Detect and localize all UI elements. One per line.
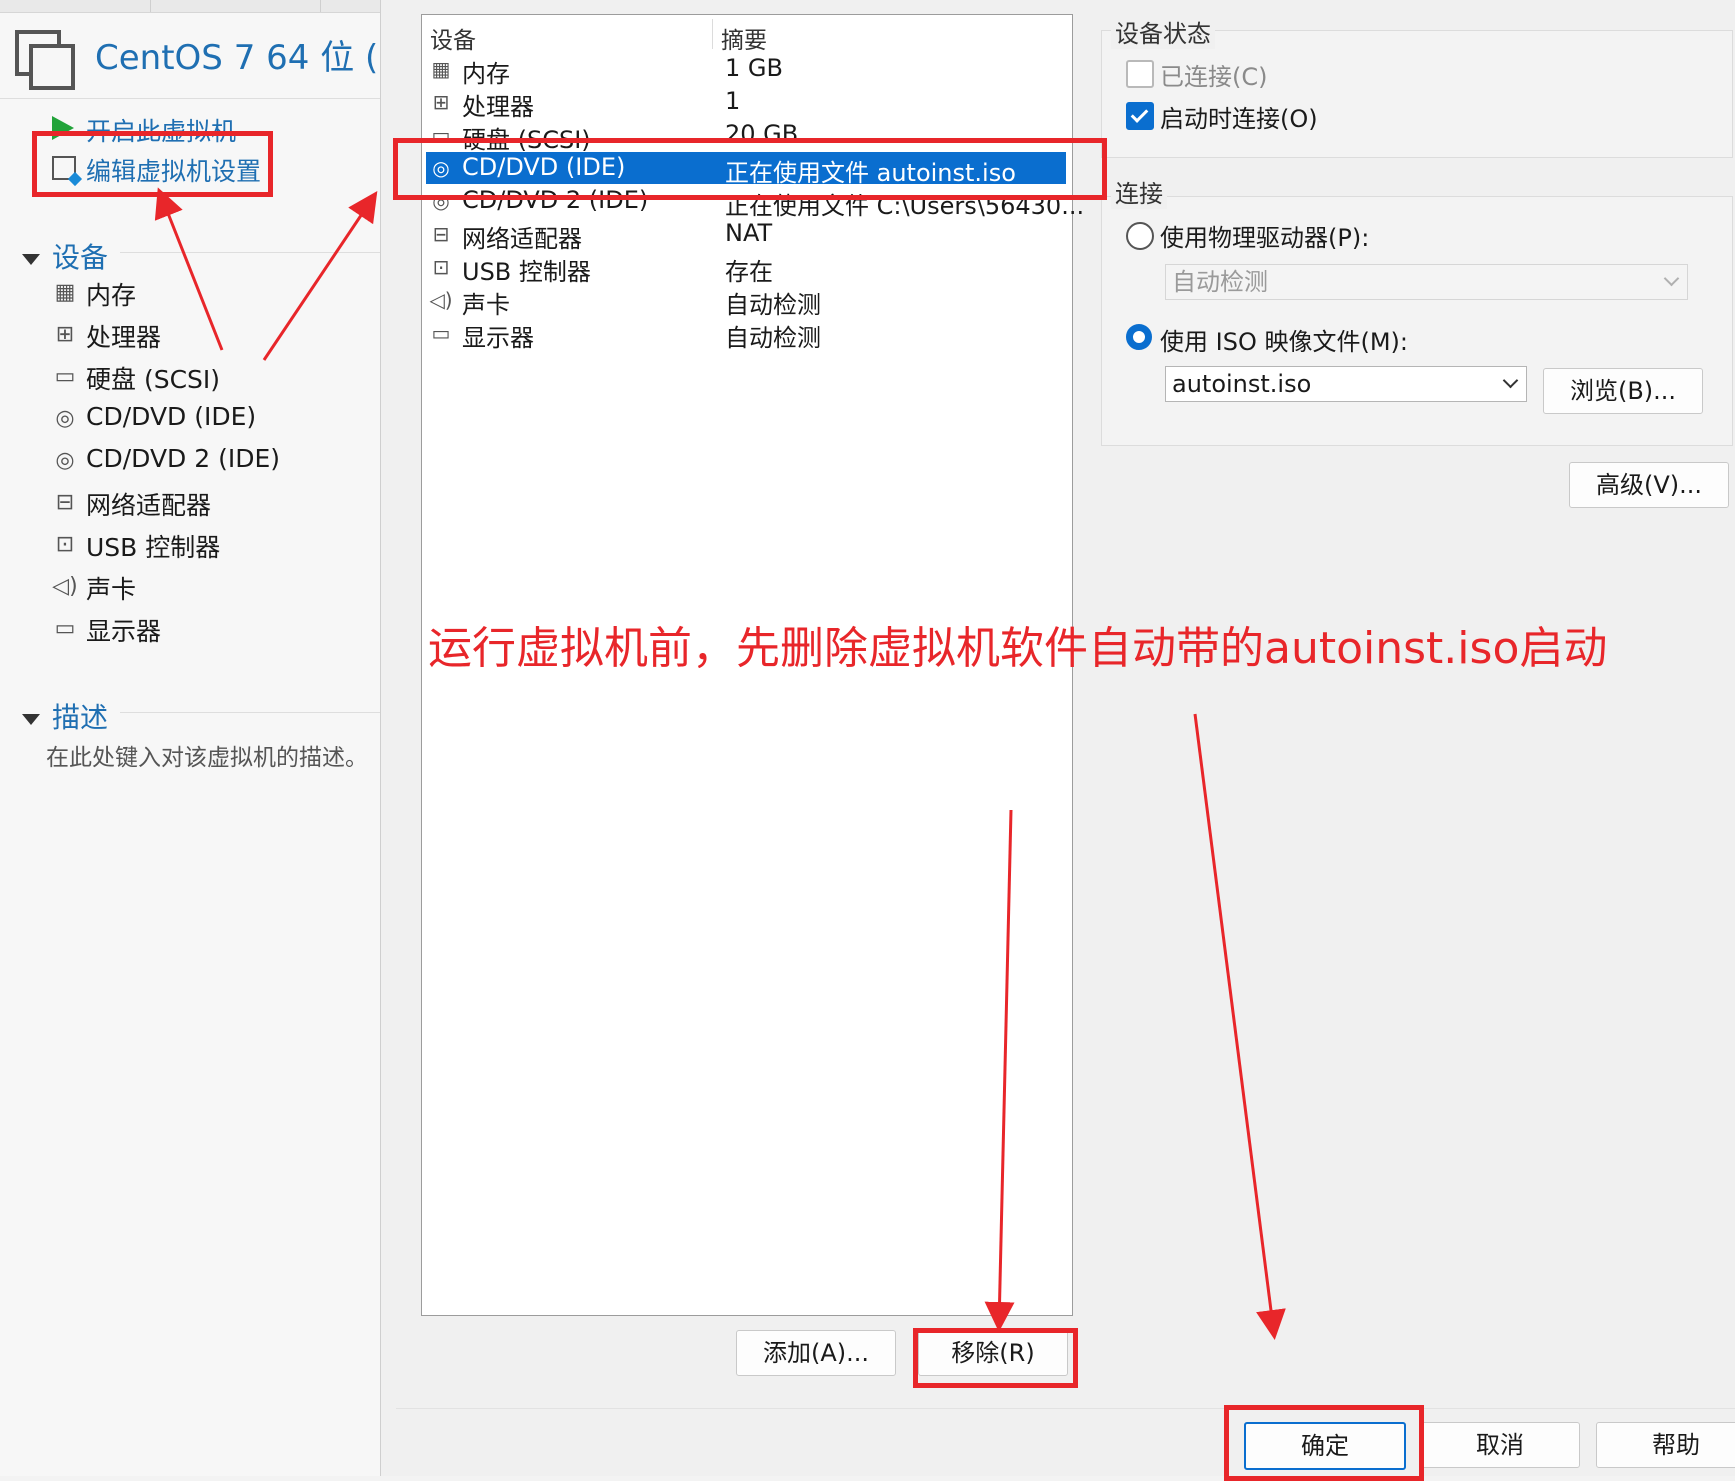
arrow-to-cd-dvd-row <box>262 191 378 361</box>
arrow-to-edit-settings <box>154 187 224 351</box>
arrow-to-ok-button <box>1193 713 1286 1340</box>
arrow-to-remove-button <box>984 809 1015 1332</box>
annotation-arrows <box>154 187 1286 1340</box>
